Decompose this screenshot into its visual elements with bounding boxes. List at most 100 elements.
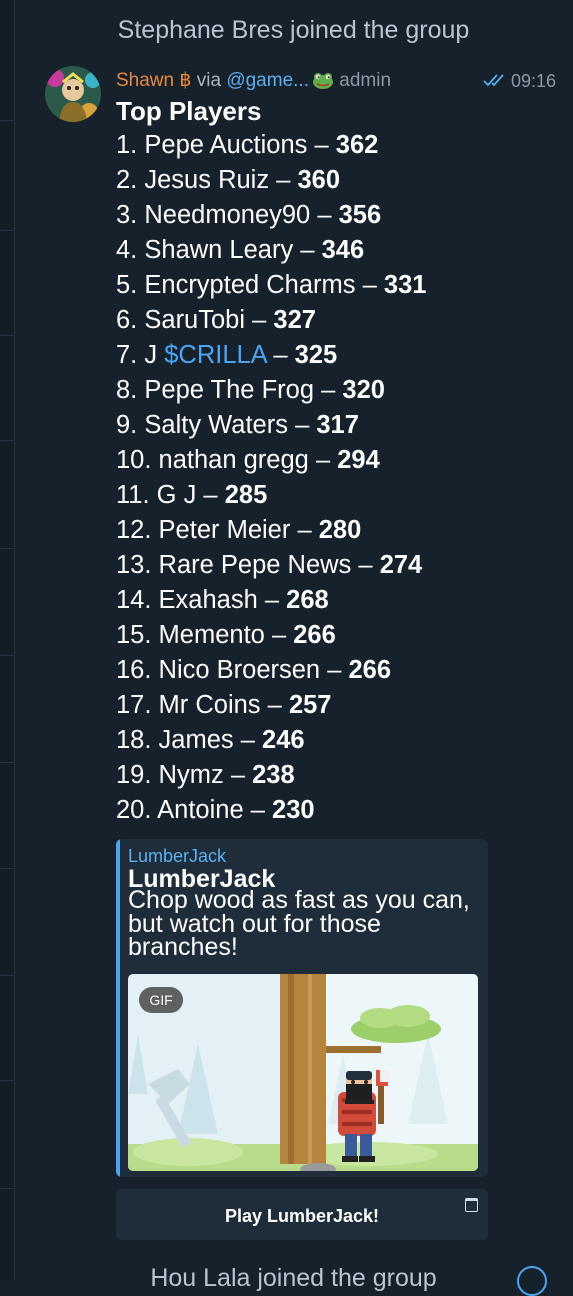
- service-message-joined: Stephane Bres joined the group: [117, 16, 470, 44]
- player-score: 280: [318, 516, 362, 544]
- player-score: 266: [293, 621, 336, 649]
- player-rank: 1.: [116, 131, 138, 159]
- game-preview-gif[interactable]: GIF: [128, 974, 478, 1171]
- card-accent-bar: [116, 839, 120, 1177]
- player-name: Pepe The Frog: [144, 376, 315, 404]
- player-score: 230: [272, 796, 315, 824]
- player-rank: 15.: [116, 621, 152, 649]
- player-name: Pepe Auctions: [144, 131, 308, 159]
- player-row: 15. Memento – 266: [116, 618, 426, 653]
- player-score: 268: [286, 586, 329, 614]
- service-message-joined-bottom: Hou Lala joined the group: [150, 1264, 437, 1292]
- separator-dash: –: [321, 376, 336, 404]
- player-rank: 12.: [116, 516, 152, 544]
- player-row: 12. Peter Meier – 280: [116, 513, 426, 548]
- sender-name[interactable]: Shawn ฿: [116, 70, 191, 91]
- player-row: 11. G J – 285: [116, 478, 426, 513]
- divider: [0, 548, 14, 549]
- player-rank: 14.: [116, 586, 152, 614]
- player-name: SaruTobi: [144, 306, 246, 334]
- player-row: 4. Shawn Leary – 346: [116, 233, 426, 268]
- separator-dash: –: [250, 796, 265, 824]
- player-name: Shawn Leary: [144, 236, 294, 264]
- divider: [0, 120, 14, 121]
- message-meta: 09:16: [483, 68, 556, 94]
- player-name: Rare Pepe News: [158, 551, 352, 579]
- top-players-list: 1. Pepe Auctions – 362 2. Jesus Ruiz – 36…: [116, 128, 426, 828]
- cashtag-link[interactable]: $CRILLA: [164, 341, 266, 369]
- open-app-icon: [465, 1198, 478, 1212]
- player-rank: 16.: [116, 656, 152, 684]
- player-row: 2. Jesus Ruiz – 360: [116, 163, 426, 198]
- player-row: 19. Nymz – 238: [116, 758, 426, 793]
- player-rank: 13.: [116, 551, 152, 579]
- game-preview-card[interactable]: LumberJack LumberJack Chop wood as fast …: [116, 839, 488, 1177]
- player-name: Salty Waters: [144, 411, 288, 439]
- divider: [0, 762, 14, 763]
- player-row: 8. Pepe The Frog – 320: [116, 373, 426, 408]
- divider: [0, 868, 14, 869]
- divider: [0, 655, 14, 656]
- player-score: 294: [337, 446, 380, 474]
- player-row: 7. J $CRILLA – 325: [116, 338, 426, 373]
- separator-dash: –: [271, 621, 287, 649]
- gif-badge: GIF: [139, 987, 183, 1013]
- player-name: nathan gregg: [158, 446, 309, 474]
- player-name: G J: [156, 481, 197, 509]
- admin-badge: admin: [339, 70, 392, 91]
- player-name: J: [144, 341, 158, 369]
- player-rank: 20.: [116, 796, 152, 824]
- player-row: 18. James – 246: [116, 723, 426, 758]
- sender-avatar[interactable]: [45, 66, 101, 122]
- inline-bot-link[interactable]: @game...: [226, 70, 309, 91]
- player-row: 17. Mr Coins – 257: [116, 688, 426, 723]
- player-row: 20. Antoine – 230: [116, 793, 426, 828]
- avatar-image: [45, 66, 101, 122]
- player-score: 317: [316, 411, 359, 439]
- separator-dash: –: [297, 516, 312, 544]
- player-name: Nymz: [158, 761, 224, 789]
- player-row: 10. nathan gregg – 294: [116, 443, 426, 478]
- divider: [0, 1188, 14, 1189]
- player-score: 274: [379, 551, 423, 579]
- separator-dash: –: [273, 341, 288, 369]
- player-row: 13. Rare Pepe News – 274: [116, 548, 426, 583]
- player-name: Antoine: [157, 796, 244, 824]
- divider: [0, 1080, 14, 1081]
- play-game-button[interactable]: Play LumberJack!: [116, 1189, 488, 1240]
- via-label: via: [196, 70, 222, 91]
- player-name: Peter Meier: [158, 516, 291, 544]
- separator-dash: –: [300, 236, 315, 264]
- separator-dash: –: [315, 446, 331, 474]
- separator-dash: –: [317, 201, 332, 229]
- separator-dash: –: [264, 586, 280, 614]
- player-name: Nico Broersen: [158, 656, 321, 684]
- divider: [0, 335, 14, 336]
- player-name: Jesus Ruiz: [144, 166, 270, 194]
- game-site-name: LumberJack: [128, 846, 227, 866]
- player-name: James: [158, 726, 234, 754]
- player-rank: 3.: [116, 201, 138, 229]
- player-score: 246: [262, 726, 305, 754]
- scroll-to-bottom-button[interactable]: [517, 1266, 547, 1296]
- player-rank: 7.: [116, 341, 138, 369]
- player-score: 325: [294, 341, 338, 369]
- player-score: 346: [321, 236, 365, 264]
- message-time: 09:16: [510, 71, 556, 91]
- player-row: 14. Exahash – 268: [116, 583, 426, 618]
- player-row: 5. Encrypted Charms – 331: [116, 268, 426, 303]
- player-row: 9. Salty Waters – 317: [116, 408, 426, 443]
- separator-dash: –: [230, 761, 245, 789]
- player-name: Mr Coins: [158, 691, 261, 719]
- player-rank: 5.: [116, 271, 138, 299]
- separator-dash: –: [362, 271, 377, 299]
- player-rank: 19.: [116, 761, 152, 789]
- player-row: 16. Nico Broersen – 266: [116, 653, 426, 688]
- game-description: Chop wood as fast as you can, but watch …: [128, 886, 470, 961]
- player-name: Memento: [158, 621, 265, 649]
- player-name: Encrypted Charms: [144, 271, 356, 299]
- separator-dash: –: [327, 656, 342, 684]
- message-header: Shawn ฿ via @game... admin 09:16: [116, 68, 556, 94]
- player-rank: 10.: [116, 446, 152, 474]
- player-rank: 4.: [116, 236, 138, 264]
